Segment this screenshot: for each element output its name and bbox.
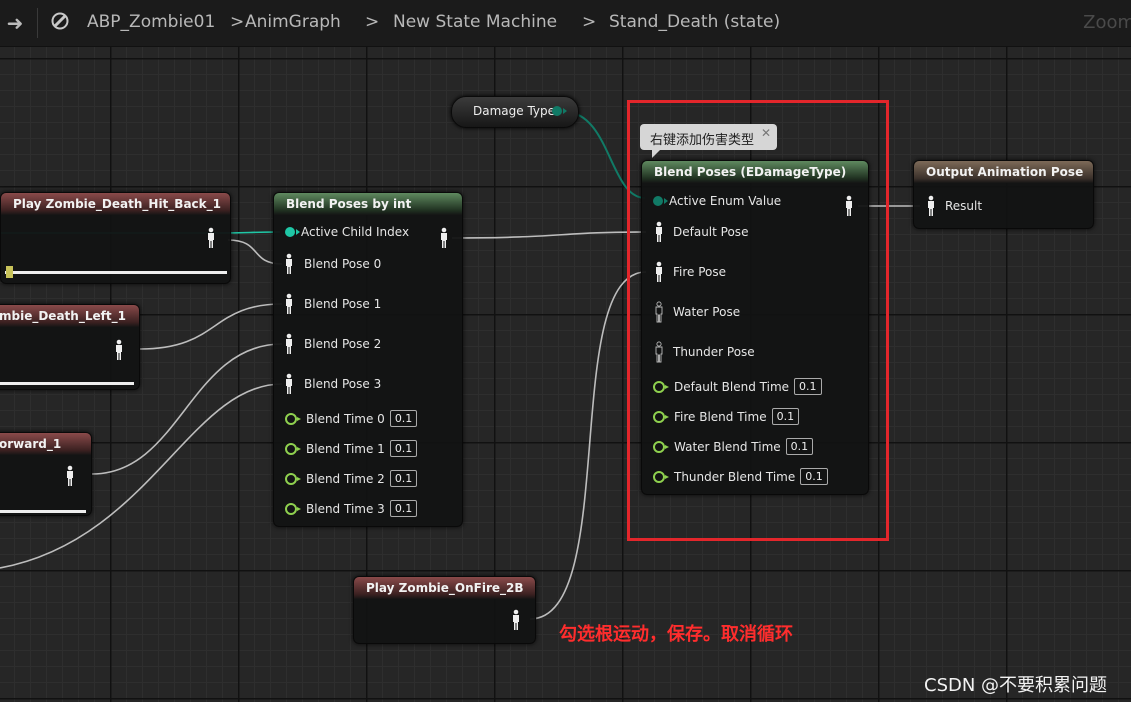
active-child-index-pin[interactable]: Active Child Index (285, 225, 409, 239)
play-timeline-bar[interactable] (5, 271, 227, 274)
highlight-box (627, 100, 889, 541)
play-timeline-bar[interactable] (0, 510, 86, 513)
annotation-text: 勾选根运动，保存。取消循环 (559, 624, 793, 645)
pose-figure-icon[interactable] (284, 293, 294, 315)
float-ring-pin-icon[interactable] (285, 502, 301, 515)
play-death-left-node[interactable]: mbie_Death_Left_1 (0, 304, 140, 390)
pin-label: Blend Pose 1 (304, 297, 382, 311)
enum-dot-pin-icon[interactable] (552, 106, 567, 116)
blend-pose-2-pin[interactable]: Blend Pose 2 (284, 333, 381, 355)
play-timeline-bar[interactable] (0, 382, 134, 385)
breadcrumb-item-state-machine[interactable]: New State Machine (393, 12, 557, 32)
breadcrumb-item-animgraph[interactable]: AnimGraph (245, 12, 341, 32)
pin-label: Active Child Index (301, 225, 410, 239)
breadcrumb-separator: > (582, 12, 597, 32)
blend-pose-1-pin[interactable]: Blend Pose 1 (284, 293, 381, 315)
variable-label: Damage Type (473, 104, 556, 118)
blend-time-value-field[interactable]: 0.1 (389, 470, 418, 487)
node-title: Output Animation Pose (914, 161, 1093, 183)
damage-type-variable-node[interactable]: Damage Type (451, 96, 579, 128)
toolbar-divider (37, 8, 38, 38)
blend-pose-3-pin[interactable]: Blend Pose 3 (284, 373, 381, 395)
pin-label: Blend Time 3 (306, 501, 385, 516)
play-death-forward-node[interactable]: orward_1 (0, 432, 92, 516)
breadcrumb-separator: > (365, 12, 380, 32)
back-arrow-icon[interactable]: ➜ (0, 8, 30, 38)
breadcrumb-separator: > (230, 12, 245, 32)
float-ring-pin-icon[interactable] (285, 442, 301, 455)
result-pin[interactable]: Result (926, 195, 982, 217)
pin-label: Blend Time 2 (306, 471, 385, 486)
pose-figure-icon[interactable] (284, 373, 294, 395)
pin-label: Result (945, 199, 983, 213)
node-title: mbie_Death_Left_1 (0, 305, 139, 327)
float-ring-pin-icon[interactable] (285, 472, 301, 485)
node-title: Play Zombie_OnFire_2B (354, 577, 535, 599)
breadcrumb-item-blueprint[interactable]: ABP_Zombie01 (87, 12, 215, 32)
pose-figure-icon[interactable] (284, 333, 294, 355)
node-title: Blend Poses by int (274, 193, 462, 215)
pose-figure-icon[interactable] (65, 465, 75, 487)
pin-label: Blend Pose 3 (304, 377, 382, 391)
blend-time-3-pin[interactable]: Blend Time 3 0.1 (285, 500, 418, 517)
pin-label: Blend Pose 2 (304, 337, 382, 351)
node-title: Play Zombie_Death_Hit_Back_1 (1, 193, 230, 215)
blend-time-value-field[interactable]: 0.1 (389, 440, 418, 457)
blend-time-0-pin[interactable]: Blend Time 0 0.1 (285, 410, 418, 427)
pose-figure-icon[interactable] (926, 195, 936, 217)
float-ring-pin-icon[interactable] (285, 412, 301, 425)
play-hit-back-node[interactable]: Play Zombie_Death_Hit_Back_1 (0, 192, 231, 284)
pose-figure-icon[interactable] (114, 339, 124, 361)
breadcrumb-bar: ➜ ABP_Zombie01 > AnimGraph > New State M… (0, 0, 1131, 47)
blend-time-value-field[interactable]: 0.1 (389, 500, 418, 517)
zoom-label: Zoom (1083, 12, 1131, 33)
pose-figure-icon[interactable] (206, 227, 216, 249)
pose-figure-icon[interactable] (511, 609, 521, 631)
pin-label: Blend Time 0 (306, 411, 385, 426)
blend-pose-0-pin[interactable]: Blend Pose 0 (284, 253, 381, 275)
blend-time-2-pin[interactable]: Blend Time 2 0.1 (285, 470, 418, 487)
blend-time-1-pin[interactable]: Blend Time 1 0.1 (285, 440, 418, 457)
watermark: CSDN @不要积累问题 (924, 675, 1108, 696)
play-on-fire-node[interactable]: Play Zombie_OnFire_2B (353, 576, 536, 644)
blend-time-value-field[interactable]: 0.1 (389, 410, 418, 427)
int-pin-icon[interactable] (285, 227, 300, 237)
timeline-scrubber-handle[interactable] (6, 266, 13, 278)
pin-label: Blend Time 1 (306, 441, 385, 456)
pin-label: Blend Pose 0 (304, 257, 382, 271)
pose-figure-icon[interactable] (284, 253, 294, 275)
blend-poses-by-int-node[interactable]: Blend Poses by int Active Child Index Bl… (273, 192, 463, 527)
pose-output-pin-icon[interactable] (439, 227, 449, 249)
output-animation-pose-node[interactable]: Output Animation Pose Result (913, 160, 1094, 229)
node-title: orward_1 (0, 433, 91, 455)
breadcrumb-item-state[interactable]: Stand_Death (state) (609, 12, 780, 32)
blueprint-icon (51, 12, 69, 30)
